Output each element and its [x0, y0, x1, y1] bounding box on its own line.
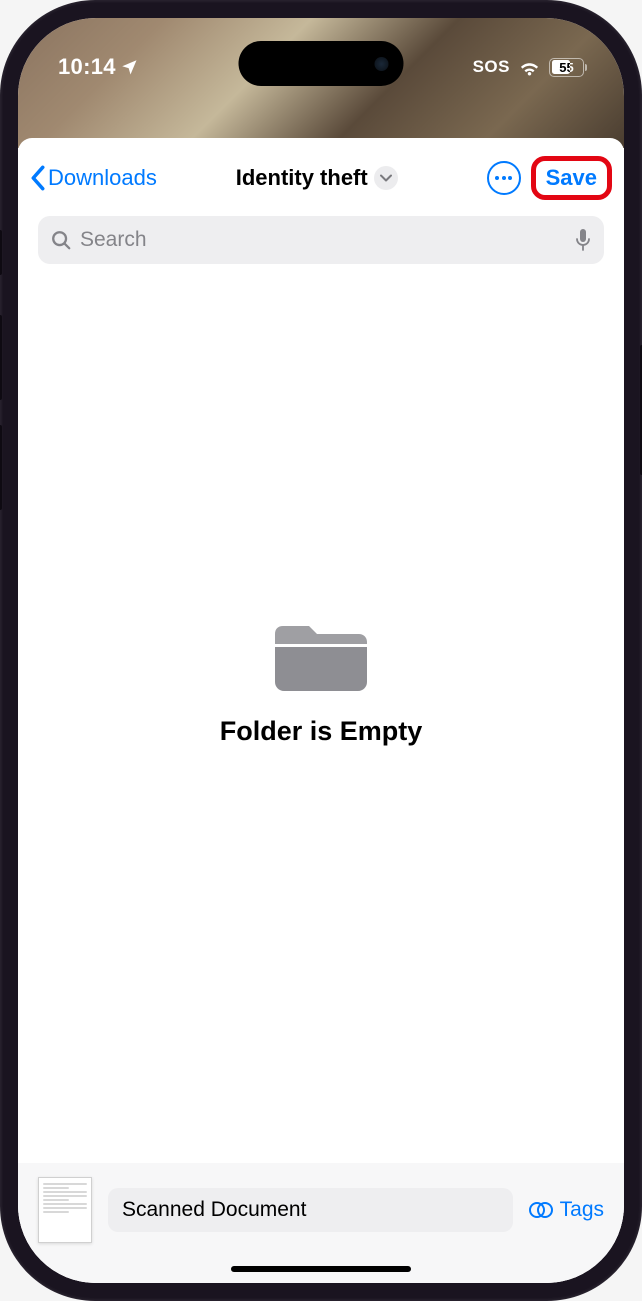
status-time: 10:14 [58, 54, 116, 80]
page-title: Identity theft [236, 165, 368, 191]
tags-button[interactable]: Tags [529, 1198, 604, 1222]
save-button[interactable]: Save [546, 165, 597, 190]
title-dropdown[interactable]: Identity theft [153, 165, 481, 191]
mute-switch [0, 230, 2, 275]
empty-message: Folder is Empty [220, 716, 423, 747]
back-button[interactable]: Downloads [30, 165, 157, 191]
folder-icon [275, 620, 367, 694]
battery-indicator: 55 [549, 58, 584, 77]
volume-up-button [0, 315, 2, 400]
document-name-field[interactable]: Scanned Document [108, 1188, 513, 1232]
bottom-bar: Scanned Document Tags [18, 1163, 624, 1283]
wifi-icon [518, 59, 541, 76]
document-thumbnail[interactable] [38, 1177, 92, 1243]
empty-state: Folder is Empty [18, 204, 624, 1163]
status-time-region: 10:14 [58, 54, 138, 80]
dynamic-island [239, 41, 404, 86]
save-highlight: Save [531, 156, 612, 200]
tags-icon [529, 1200, 555, 1220]
navigation-bar: Downloads Identity theft Save [18, 138, 624, 212]
sos-indicator: SOS [473, 57, 510, 77]
iphone-frame: 10:14 SOS 55 Downloads [0, 0, 642, 1301]
tags-label: Tags [560, 1198, 604, 1222]
ellipsis-icon [495, 176, 512, 180]
more-button[interactable] [487, 161, 521, 195]
battery-level: 55 [559, 60, 573, 75]
back-label: Downloads [48, 165, 157, 191]
home-indicator[interactable] [231, 1266, 411, 1272]
chevron-left-icon [30, 165, 46, 191]
status-right-region: SOS 55 [473, 57, 584, 77]
chevron-down-icon [374, 166, 398, 190]
location-icon [120, 58, 138, 76]
volume-down-button [0, 425, 2, 510]
files-sheet: Downloads Identity theft Save [18, 138, 624, 1283]
screen: 10:14 SOS 55 Downloads [18, 18, 624, 1283]
